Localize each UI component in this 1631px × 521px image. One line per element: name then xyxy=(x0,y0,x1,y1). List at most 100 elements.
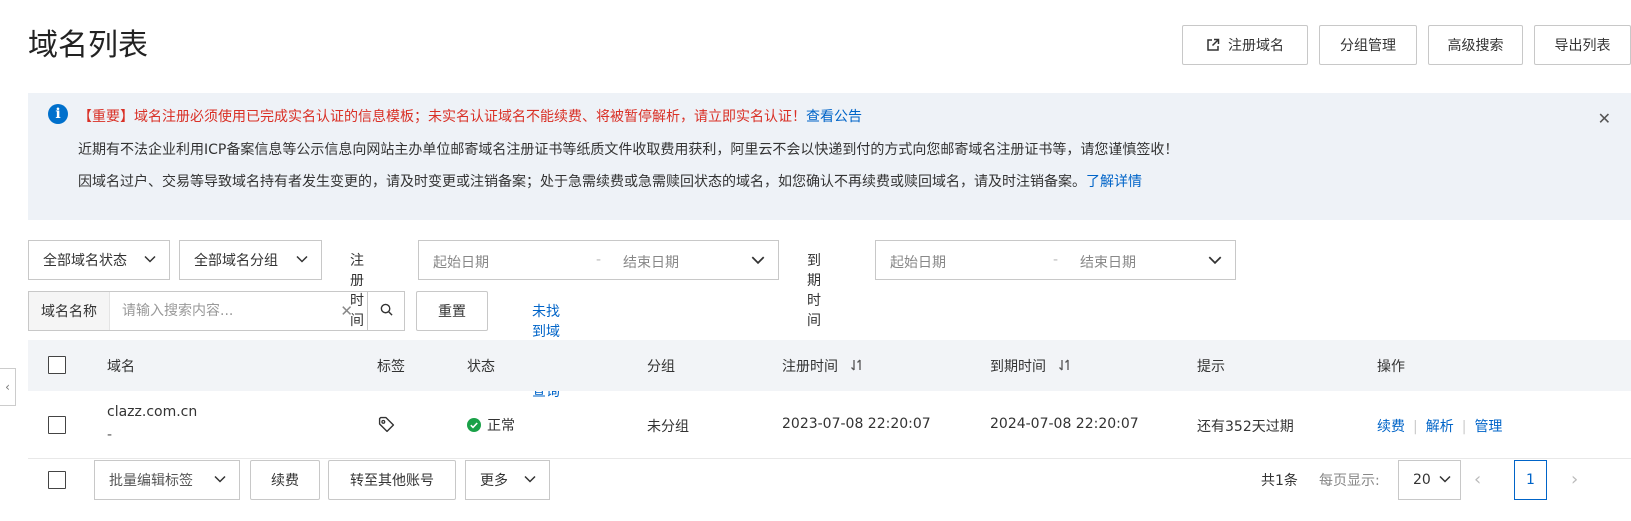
chevron-down-icon xyxy=(1207,252,1223,272)
close-icon[interactable]: ✕ xyxy=(1598,109,1611,128)
more-label: 更多 xyxy=(480,473,508,489)
export-list-label: 导出列表 xyxy=(1554,38,1611,54)
notice-line-2: 近期有不法企业利用ICP备案信息等公示信息向网站主办单位邮寄域名注册证书等纸质文… xyxy=(78,142,1179,158)
page-1-button[interactable]: 1 xyxy=(1514,460,1547,500)
reset-button[interactable]: 重置 xyxy=(416,291,488,331)
renew-link[interactable]: 续费 xyxy=(1377,419,1405,435)
chevron-down-icon xyxy=(295,252,309,270)
header-ops: 操作 xyxy=(1377,359,1405,375)
row-checkbox[interactable] xyxy=(48,416,66,434)
sort-icon[interactable] xyxy=(1058,359,1072,375)
next-page-icon[interactable]: › xyxy=(1571,469,1578,490)
reg-start-date[interactable]: 起始日期 xyxy=(433,252,489,272)
view-announcement-link[interactable]: 查看公告 xyxy=(806,109,862,125)
advanced-search-label: 高级搜索 xyxy=(1447,38,1504,54)
side-collapse-tab[interactable]: ‹ xyxy=(0,368,16,406)
page-title: 域名列表 xyxy=(28,28,148,63)
notice-line-1: 【重要】域名注册必须使用已完成实名认证的信息模板；未实名认证域名不能续费、将被暂… xyxy=(78,106,862,126)
register-domain-button[interactable]: 注册域名 xyxy=(1182,25,1308,65)
header-status: 状态 xyxy=(467,359,495,375)
per-page-value: 20 xyxy=(1413,472,1431,488)
search-prefix-label: 域名名称 xyxy=(29,292,110,330)
ops-cell: 续费 | 解析 | 管理 xyxy=(1377,416,1502,436)
ops-separator: | xyxy=(1413,419,1418,435)
exp-time-label: 到期时间 xyxy=(807,253,821,329)
search-icon xyxy=(380,303,393,320)
tag-icon[interactable] xyxy=(378,416,395,437)
info-icon: i xyxy=(48,104,68,124)
batch-tags-select[interactable]: 批量编辑标签 xyxy=(94,460,240,500)
transfer-label: 转至其他账号 xyxy=(350,473,434,489)
dns-link[interactable]: 解析 xyxy=(1426,419,1454,435)
status-text: 正常 xyxy=(487,418,515,434)
ops-separator: | xyxy=(1461,419,1467,435)
bottom-select-all-checkbox[interactable] xyxy=(48,471,66,489)
export-list-button[interactable]: 导出列表 xyxy=(1534,25,1631,65)
search-button[interactable] xyxy=(367,291,405,331)
table-row: clazz.com.cn - 正常 未分组 2023-07-08 22:20:0… xyxy=(28,391,1631,459)
external-link-icon xyxy=(1206,38,1220,52)
batch-renew-label: 续费 xyxy=(271,473,299,489)
total-count: 共1条 xyxy=(1261,473,1298,489)
reg-time-range[interactable]: 起始日期 - 结束日期 xyxy=(418,240,779,280)
header-reg-time[interactable]: 注册时间 xyxy=(782,356,864,376)
prev-page-icon[interactable]: ‹ xyxy=(1474,469,1481,490)
chevron-down-icon xyxy=(1438,472,1452,490)
pagination: 共1条 每页显示: 20 ‹ 1 › xyxy=(1211,460,1631,500)
batch-renew-button[interactable]: 续费 xyxy=(250,460,320,500)
search-input[interactable] xyxy=(110,292,310,330)
header-group: 分组 xyxy=(647,359,675,375)
reset-label: 重置 xyxy=(438,304,466,320)
domain-name-link[interactable]: clazz.com.cn xyxy=(107,404,197,420)
learn-more-link[interactable]: 了解详情 xyxy=(1086,174,1142,190)
domain-table: 域名 标签 状态 分组 注册时间 到期时间 提示 操作 clazz.com.cn… xyxy=(28,340,1631,459)
check-circle-icon xyxy=(467,418,481,432)
exp-end-date[interactable]: 结束日期 xyxy=(1080,252,1136,272)
notice-line-3-text: 因域名过户、交易等导致域名持有者发生变更的，请及时变更或注销备案；处于急需续费或… xyxy=(78,174,1086,190)
range-dash: - xyxy=(596,252,602,268)
header-reg-time-label: 注册时间 xyxy=(782,359,838,375)
notice-line-3: 因域名过户、交易等导致域名持有者发生变更的，请及时变更或注销备案；处于急需续费或… xyxy=(78,171,1142,191)
bottom-bar: 批量编辑标签 续费 转至其他账号 更多 共1条 每页显示: 20 ‹ 1 › xyxy=(28,460,1631,500)
select-all-checkbox[interactable] xyxy=(48,356,66,374)
sort-icon[interactable] xyxy=(850,359,864,375)
manage-link[interactable]: 管理 xyxy=(1474,419,1502,435)
per-page-label: 每页显示: xyxy=(1319,473,1380,489)
notice-banner: i 【重要】域名注册必须使用已完成实名认证的信息模板；未实名认证域名不能续费、将… xyxy=(28,93,1631,220)
reg-end-date[interactable]: 结束日期 xyxy=(623,252,679,272)
notice-alert-text: 【重要】域名注册必须使用已完成实名认证的信息模板；未实名认证域名不能续费、将被暂… xyxy=(78,109,806,125)
chevron-down-icon xyxy=(143,252,157,270)
group-manage-button[interactable]: 分组管理 xyxy=(1319,25,1417,65)
header-tag: 标签 xyxy=(377,359,405,375)
status-cell: 正常 xyxy=(467,415,515,435)
range-dash: - xyxy=(1053,252,1059,268)
clear-icon[interactable]: ✕ xyxy=(340,302,353,320)
chevron-left-icon: ‹ xyxy=(5,380,10,394)
exp-time-cell: 2024-07-08 22:20:07 xyxy=(990,416,1139,432)
group-cell: 未分组 xyxy=(647,419,689,435)
status-select[interactable]: 全部域名状态 xyxy=(28,240,170,280)
domain-search-box: 域名名称 ✕ xyxy=(28,291,368,331)
domain-subtext: - xyxy=(107,427,113,443)
hint-cell: 还有352天过期 xyxy=(1197,419,1294,435)
group-manage-label: 分组管理 xyxy=(1340,38,1396,54)
transfer-button[interactable]: 转至其他账号 xyxy=(328,460,456,500)
group-select-value: 全部域名分组 xyxy=(194,253,278,269)
per-page-select[interactable]: 20 xyxy=(1398,460,1461,500)
group-select[interactable]: 全部域名分组 xyxy=(179,240,322,280)
register-domain-label: 注册域名 xyxy=(1228,38,1284,54)
exp-time-range[interactable]: 起始日期 - 结束日期 xyxy=(875,240,1236,280)
header-exp-time[interactable]: 到期时间 xyxy=(990,356,1072,376)
advanced-search-button[interactable]: 高级搜索 xyxy=(1428,25,1523,65)
reg-time-cell: 2023-07-08 22:20:07 xyxy=(782,416,931,432)
chevron-down-icon xyxy=(523,472,537,490)
status-select-value: 全部域名状态 xyxy=(43,253,127,269)
page-1-label: 1 xyxy=(1526,472,1535,488)
table-header: 域名 标签 状态 分组 注册时间 到期时间 提示 操作 xyxy=(28,340,1631,391)
exp-start-date[interactable]: 起始日期 xyxy=(890,252,946,272)
header-exp-time-label: 到期时间 xyxy=(990,359,1046,375)
batch-tags-label: 批量编辑标签 xyxy=(109,473,193,489)
header-domain: 域名 xyxy=(107,359,135,375)
top-actions: 注册域名 分组管理 高级搜索 导出列表 xyxy=(1182,25,1631,65)
more-select[interactable]: 更多 xyxy=(465,460,550,500)
